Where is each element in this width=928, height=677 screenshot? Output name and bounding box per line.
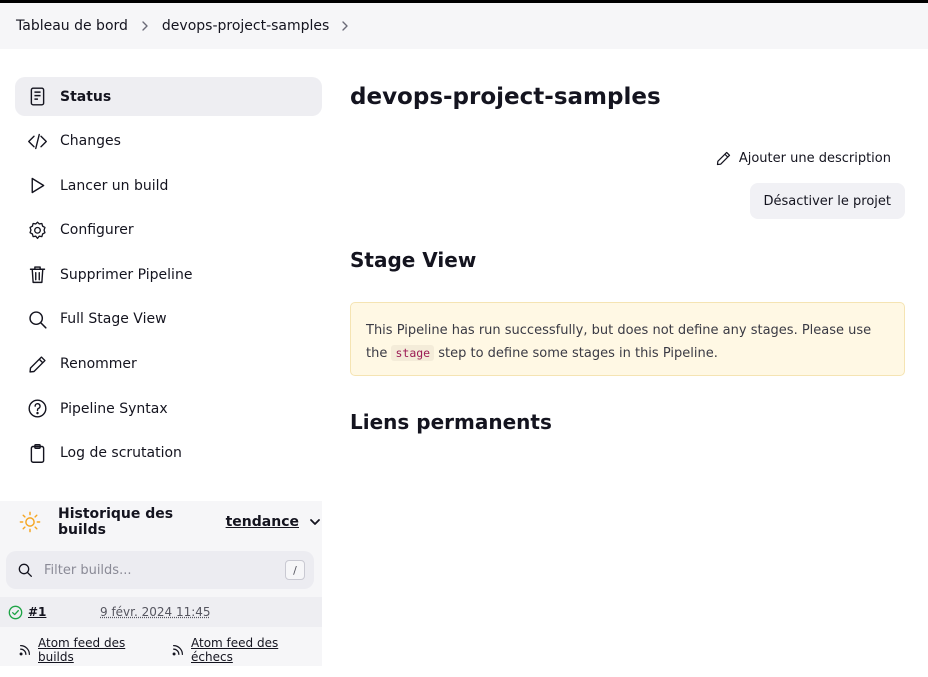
add-description-label[interactable]: Ajouter une description xyxy=(739,151,891,166)
build-date-link[interactable]: 9 févr. 2024 11:45 xyxy=(100,605,211,619)
filter-builds-input[interactable] xyxy=(44,562,264,578)
chevron-down-icon[interactable] xyxy=(308,515,322,529)
search-icon xyxy=(17,562,33,578)
sidebar: Status Changes Lancer un build Configure… xyxy=(15,77,322,478)
breadcrumb: Tableau de bord devops-project-samples xyxy=(0,3,928,49)
pencil-icon xyxy=(715,150,732,167)
sidebar-item-polling-log[interactable]: Log de scrutation xyxy=(15,434,322,473)
pencil-icon xyxy=(26,353,48,375)
permalinks-title: Liens permanents xyxy=(350,410,552,434)
build-history-header: Historique des builds tendance xyxy=(0,501,322,543)
code-icon xyxy=(26,130,48,152)
atom-feed-failures[interactable]: Atom feed des échecs xyxy=(171,636,322,664)
build-history-panel: Historique des builds tendance / #1 9 fé… xyxy=(0,501,322,666)
status-icon xyxy=(26,86,48,108)
atom-feeds: Atom feed des builds Atom feed des échec… xyxy=(0,634,322,666)
sidebar-item-label: Renommer xyxy=(60,356,137,373)
stage-view-title: Stage View xyxy=(350,248,477,272)
stage-view-notice: This Pipeline has run successfully, but … xyxy=(350,302,905,376)
sidebar-item-label: Status xyxy=(60,88,112,105)
search-icon xyxy=(26,308,48,330)
sidebar-item-label: Supprimer Pipeline xyxy=(60,266,193,283)
sun-icon xyxy=(19,511,41,533)
build-history-title: Historique des builds xyxy=(58,506,174,538)
filter-builds-field: / xyxy=(6,551,314,589)
trash-icon xyxy=(26,264,48,286)
atom-feed-builds[interactable]: Atom feed des builds xyxy=(18,636,163,664)
sidebar-item-build-now[interactable]: Lancer un build xyxy=(15,166,322,205)
keyboard-shortcut-hint: / xyxy=(285,560,305,580)
breadcrumb-project[interactable]: devops-project-samples xyxy=(162,18,329,34)
atom-feed-builds-label[interactable]: Atom feed des builds xyxy=(38,636,163,664)
trend-link[interactable]: tendance xyxy=(226,514,299,530)
sidebar-item-full-stage-view[interactable]: Full Stage View xyxy=(15,300,322,339)
play-icon xyxy=(26,175,48,197)
sidebar-item-delete-pipeline[interactable]: Supprimer Pipeline xyxy=(15,255,322,294)
sidebar-item-status[interactable]: Status xyxy=(15,77,322,116)
sidebar-item-label: Pipeline Syntax xyxy=(60,400,168,417)
atom-feed-failures-label[interactable]: Atom feed des échecs xyxy=(191,636,322,664)
rss-icon xyxy=(18,643,32,657)
sidebar-item-label: Changes xyxy=(60,133,121,150)
main-content: devops-project-samples Ajouter une descr… xyxy=(350,80,905,434)
sidebar-item-label: Log de scrutation xyxy=(60,445,182,462)
sidebar-item-rename[interactable]: Renommer xyxy=(15,345,322,384)
notice-code: stage xyxy=(391,345,435,361)
sidebar-item-configure[interactable]: Configurer xyxy=(15,211,322,250)
build-row[interactable]: #1 9 févr. 2024 11:45 xyxy=(0,597,322,627)
sidebar-item-label: Full Stage View xyxy=(60,311,167,328)
gear-icon xyxy=(26,219,48,241)
page-title: devops-project-samples xyxy=(350,84,661,110)
notice-text-after: step to define some stages in this Pipel… xyxy=(434,346,718,361)
rss-icon xyxy=(171,643,185,657)
add-description-link[interactable]: Ajouter une description xyxy=(715,150,891,167)
sidebar-item-pipeline-syntax[interactable]: Pipeline Syntax xyxy=(15,389,322,428)
sidebar-item-label: Configurer xyxy=(60,222,134,239)
help-icon xyxy=(26,398,48,420)
chevron-right-icon[interactable] xyxy=(128,20,162,32)
disable-project-button[interactable]: Désactiver le projet xyxy=(749,183,905,219)
sidebar-item-changes[interactable]: Changes xyxy=(15,122,322,161)
sidebar-item-label: Lancer un build xyxy=(60,177,169,194)
clipboard-icon xyxy=(26,442,48,464)
chevron-right-icon[interactable] xyxy=(339,20,351,32)
build-number-link[interactable]: #1 xyxy=(28,605,46,619)
breadcrumb-dashboard[interactable]: Tableau de bord xyxy=(16,18,128,34)
success-check-icon xyxy=(8,605,23,620)
